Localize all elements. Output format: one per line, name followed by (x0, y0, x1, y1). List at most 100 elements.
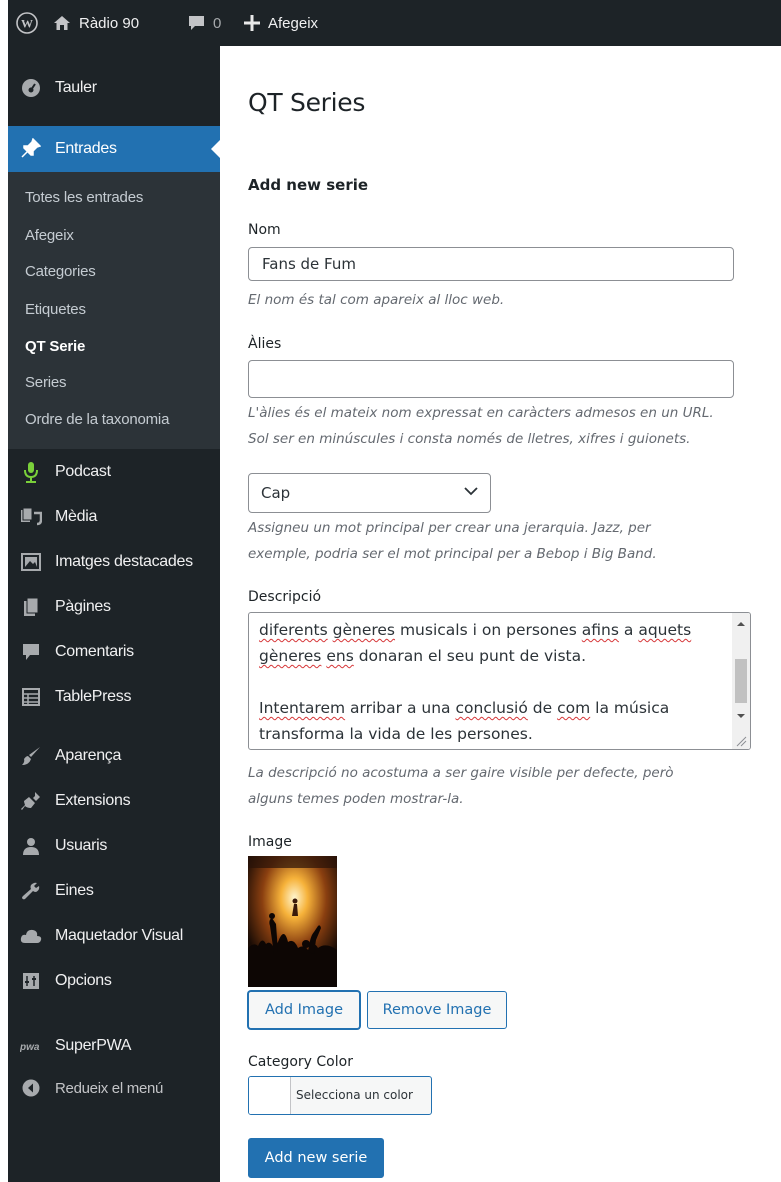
description-textarea[interactable]: diferents gèneres musicals i on persones… (248, 612, 751, 750)
images-icon (20, 551, 42, 573)
add-image-button[interactable]: Add Image (248, 991, 360, 1029)
description-word: a (623, 621, 634, 639)
submenu-item-etiquetes[interactable]: Etiquetes (25, 301, 86, 318)
slug-input[interactable] (248, 360, 734, 398)
menu-item-opcions[interactable]: Opcions (8, 959, 220, 1003)
microphone-icon (20, 461, 42, 483)
comment-icon (188, 15, 205, 31)
description-word: vida (368, 725, 402, 743)
new-content-link[interactable]: Afegeix (244, 0, 318, 46)
description-word: a (406, 699, 417, 717)
description-word: diferents (259, 621, 328, 639)
scroll-down-arrow-icon[interactable] (732, 709, 750, 723)
description-scrollbar[interactable] (732, 613, 750, 749)
remove-image-button[interactable]: Remove Image (367, 991, 507, 1029)
submenu-item-totes-les-entrades[interactable]: Totes les entrades (25, 189, 143, 206)
name-label: Nom (248, 222, 281, 238)
description-word: vista. (543, 647, 587, 665)
description-word: de (405, 725, 426, 743)
name-input[interactable] (248, 247, 734, 281)
admin-bar: W Ràdio 90 0 Afegeix (8, 0, 781, 46)
menu-item-eines[interactable]: Eines (8, 869, 220, 913)
description-line: diferents gèneres musicals i on persones… (259, 617, 727, 643)
scroll-up-arrow-icon[interactable] (732, 617, 750, 631)
pwa-icon: pwa (20, 1035, 42, 1057)
wordpress-logo-icon[interactable]: W (16, 0, 38, 46)
plus-icon (244, 15, 260, 31)
menu-item-tauler[interactable]: Tauler (8, 66, 220, 110)
menu-item-usuaris[interactable]: Usuaris (8, 824, 220, 868)
collapse-arrow-icon (20, 1077, 42, 1099)
description-word: el (427, 647, 442, 665)
wrench-icon (20, 880, 42, 902)
color-picker-button[interactable]: Selecciona un color (248, 1076, 432, 1115)
site-name-link[interactable]: Ràdio 90 (53, 0, 139, 46)
menu-item-entrades[interactable]: Entrades (8, 126, 220, 172)
site-name: Ràdio 90 (79, 14, 140, 32)
comments-count: 0 (213, 14, 222, 32)
svg-text:pwa: pwa (20, 1042, 40, 1052)
description-word: gèneres (332, 621, 396, 639)
scrollbar-thumb[interactable] (735, 659, 747, 703)
submenu-item-qt-serie[interactable]: QT Serie (25, 338, 85, 355)
description-word: Intentarem (259, 699, 346, 717)
description-word: de (519, 647, 540, 665)
menu-item-tablepress[interactable]: TablePress (8, 675, 220, 719)
description-word: seu (446, 647, 475, 665)
current-menu-notch (211, 140, 220, 158)
submenu-item-afegeix[interactable]: Afegeix (25, 227, 74, 244)
slug-hint-line-1: L'àlies és el mateix nom expressat en ca… (248, 405, 714, 421)
parent-hint-line-1: Assigneu un mot principal per crear una … (248, 520, 651, 536)
form-heading: Add new serie (248, 176, 369, 194)
description-word: afins (581, 621, 619, 639)
description-word: com (557, 699, 591, 717)
description-word: transforma (259, 725, 345, 743)
description-word: donaran (358, 647, 424, 665)
resize-handle-icon[interactable] (734, 734, 748, 748)
description-word: persones (506, 621, 577, 639)
description-word: una (421, 699, 451, 717)
slug-label: Àlies (248, 336, 282, 352)
menu-item-podcast[interactable]: Podcast (8, 450, 220, 494)
description-line: Intentarem arribar a una conclusió de co… (259, 695, 727, 721)
menu-item-imatges-destacades[interactable]: Imatges destacades (8, 540, 220, 584)
submenu-item-categories[interactable]: Categories (25, 263, 96, 280)
menu-item-maquetador-visual[interactable]: Maquetador Visual (8, 914, 220, 958)
submenu-item-ordre-de-la-taxonomia[interactable]: Ordre de la taxonomia (25, 411, 169, 428)
parent-select[interactable]: Cap (248, 473, 491, 513)
description-line: transforma la vida de les persones. (259, 721, 727, 747)
collapse-menu-button[interactable]: Redueix el menú (8, 1066, 220, 1110)
menu-item-extensions[interactable]: Extensions (8, 779, 220, 823)
admin-sidebar: Tauler Entrades Totes les entrades Afege… (8, 46, 220, 1182)
description-text: diferents gèneres musicals i on persones… (259, 613, 727, 747)
chevron-down-icon (464, 487, 478, 496)
dashboard-icon (20, 77, 42, 99)
image-label: Image (248, 834, 292, 850)
menu-item-aparenca[interactable]: Aparença (8, 734, 220, 778)
cloud-icon (20, 925, 42, 947)
users-icon (20, 835, 42, 857)
color-picker-label: Selecciona un color (296, 1088, 413, 1102)
menu-item-media[interactable]: Mèdia (8, 495, 220, 539)
posts-submenu: Totes les entrades Afegeix Categories Et… (8, 172, 220, 449)
comment-icon (20, 641, 42, 663)
home-icon (53, 14, 71, 32)
menu-item-pagines[interactable]: Pàgines (8, 585, 220, 629)
description-blank-line (259, 669, 727, 695)
comments-link[interactable]: 0 (188, 0, 221, 46)
category-color-label: Category Color (248, 1054, 353, 1070)
menu-item-comentaris[interactable]: Comentaris (8, 630, 220, 674)
description-word: musicals (399, 621, 468, 639)
menu-item-superpwa[interactable]: pwa SuperPWA (8, 1024, 220, 1068)
add-new-serie-button[interactable]: Add new serie (248, 1138, 384, 1178)
description-word: la (349, 725, 364, 743)
description-label: Descripció (248, 589, 322, 605)
description-word: arribar (350, 699, 403, 717)
media-icon (20, 506, 42, 528)
plugin-icon (20, 790, 42, 812)
name-hint: El nom és tal com apareix al lloc web. (248, 292, 505, 308)
pin-icon (20, 137, 42, 159)
description-word: aquets (638, 621, 692, 639)
description-word: les (430, 725, 453, 743)
submenu-item-series[interactable]: Series (25, 374, 67, 391)
